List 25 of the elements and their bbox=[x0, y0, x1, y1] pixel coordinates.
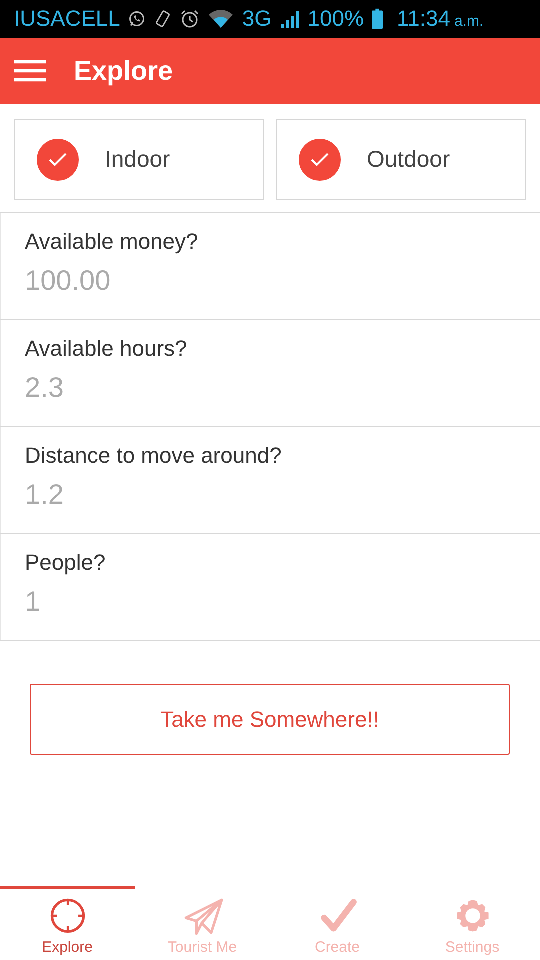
battery-level: 100% bbox=[308, 6, 364, 32]
filter-toggle[interactable]: Outdoor bbox=[276, 119, 526, 200]
wifi-icon bbox=[208, 9, 234, 29]
network-type: 3G bbox=[242, 6, 272, 32]
filter-toggle[interactable]: Indoor bbox=[14, 119, 264, 200]
take-me-somewhere-button[interactable]: Take me Somewhere!! bbox=[30, 684, 510, 755]
field-label: Distance to move around? bbox=[25, 443, 283, 469]
form-field[interactable]: Distance to move around? 1.2 bbox=[0, 427, 540, 534]
paper-plane-icon bbox=[182, 897, 222, 937]
form-field[interactable]: Available money? 100.00 bbox=[0, 213, 540, 320]
alarm-icon bbox=[180, 9, 200, 29]
form-field[interactable]: Available hours? 2.3 bbox=[0, 320, 540, 427]
menu-icon bbox=[14, 59, 46, 83]
signal-icon bbox=[280, 9, 300, 29]
page-title: Explore bbox=[74, 56, 174, 86]
carrier-name: IUSACELL bbox=[14, 6, 120, 32]
form-field[interactable]: People? 1 bbox=[0, 534, 540, 641]
clock-period: a.m. bbox=[454, 12, 484, 30]
field-label: Available hours? bbox=[25, 336, 188, 362]
menu-button[interactable] bbox=[14, 59, 46, 83]
clock-time: 11:34 bbox=[397, 6, 450, 32]
field-label: People? bbox=[25, 550, 107, 576]
chat-icon bbox=[128, 10, 146, 28]
field-label: Available money? bbox=[25, 229, 200, 255]
battery-icon bbox=[372, 8, 384, 30]
